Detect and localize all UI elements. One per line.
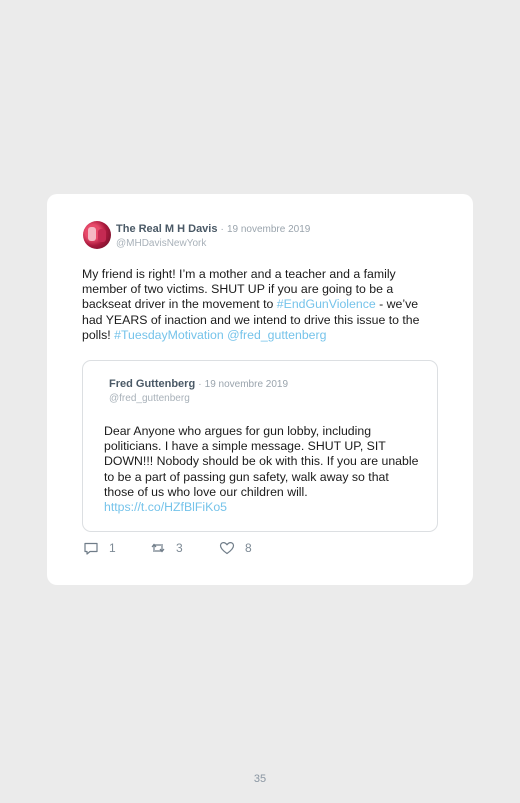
tweet-date[interactable]: 19 novembre 2019 (227, 224, 310, 235)
like-button[interactable]: 8 (219, 540, 252, 556)
retweet-button[interactable]: 3 (150, 540, 183, 556)
avatar[interactable] (83, 221, 111, 249)
quoted-text-body: Dear Anyone who argues for gun lobby, in… (104, 424, 419, 499)
quoted-author-handle: @fred_guttenberg (109, 393, 190, 404)
quoted-link[interactable]: https://t.co/HZfBlFiKo5 (104, 500, 422, 515)
mention-link[interactable]: @fred_guttenberg (227, 328, 326, 342)
retweet-count: 3 (176, 541, 183, 555)
separator: · (198, 379, 202, 390)
separator: · (220, 224, 224, 235)
reply-icon (84, 542, 98, 555)
retweet-icon (151, 543, 165, 553)
quoted-header: Fred Guttenberg · 19 novembre 2019 @fred… (109, 378, 288, 405)
quoted-text: Dear Anyone who argues for gun lobby, in… (104, 424, 422, 515)
like-count: 8 (245, 541, 252, 555)
hashtag-link[interactable]: #TuesdayMotivation (114, 328, 224, 342)
quoted-tweet[interactable]: Fred Guttenberg · 19 novembre 2019 @fred… (82, 360, 438, 532)
quoted-date: 19 novembre 2019 (204, 379, 289, 390)
reply-button[interactable]: 1 (83, 540, 116, 556)
page-number: 35 (253, 773, 267, 785)
tweet-card: The Real M H Davis · 19 novembre 2019 @M… (47, 194, 473, 585)
hashtag-link[interactable]: #EndGunViolence (277, 297, 376, 311)
quoted-author-name: Fred Guttenberg (109, 378, 196, 390)
author-handle[interactable]: @MHDavisNewYork (116, 237, 310, 250)
tweet-header: The Real M H Davis · 19 novembre 2019 @M… (116, 223, 310, 250)
tweet-text: My friend is right! I’m a mother and a t… (82, 267, 442, 343)
like-icon (219, 542, 235, 555)
tweet-actions: 1 3 8 (83, 540, 303, 558)
author-name[interactable]: The Real M H Davis (116, 223, 217, 235)
reply-count: 1 (109, 541, 116, 555)
